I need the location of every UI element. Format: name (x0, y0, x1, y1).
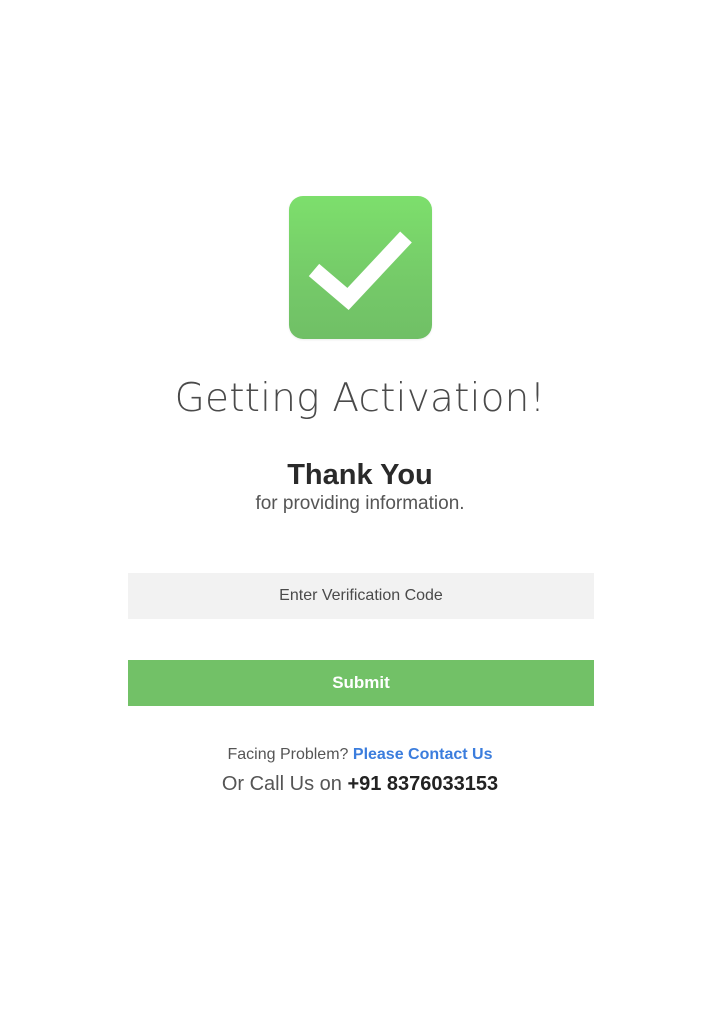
success-check-tile (289, 196, 432, 339)
page-title: Getting Activation! (174, 376, 546, 421)
contact-us-link[interactable]: Please Contact Us (353, 746, 493, 763)
thank-you-heading: Thank You (287, 459, 433, 491)
submit-button[interactable]: Submit (128, 660, 594, 706)
help-line: Facing Problem? Please Contact Us (0, 746, 720, 764)
phone-number[interactable]: +91 8376033153 (347, 773, 498, 795)
verification-code-input[interactable] (128, 573, 594, 619)
call-prefix: Or Call Us on (221, 773, 342, 795)
thank-you-subtext: for providing information. (255, 493, 465, 514)
call-line: Or Call Us on +91 8376033153 (0, 773, 720, 796)
checkmark-icon (308, 231, 412, 311)
help-prompt: Facing Problem? (227, 746, 349, 763)
